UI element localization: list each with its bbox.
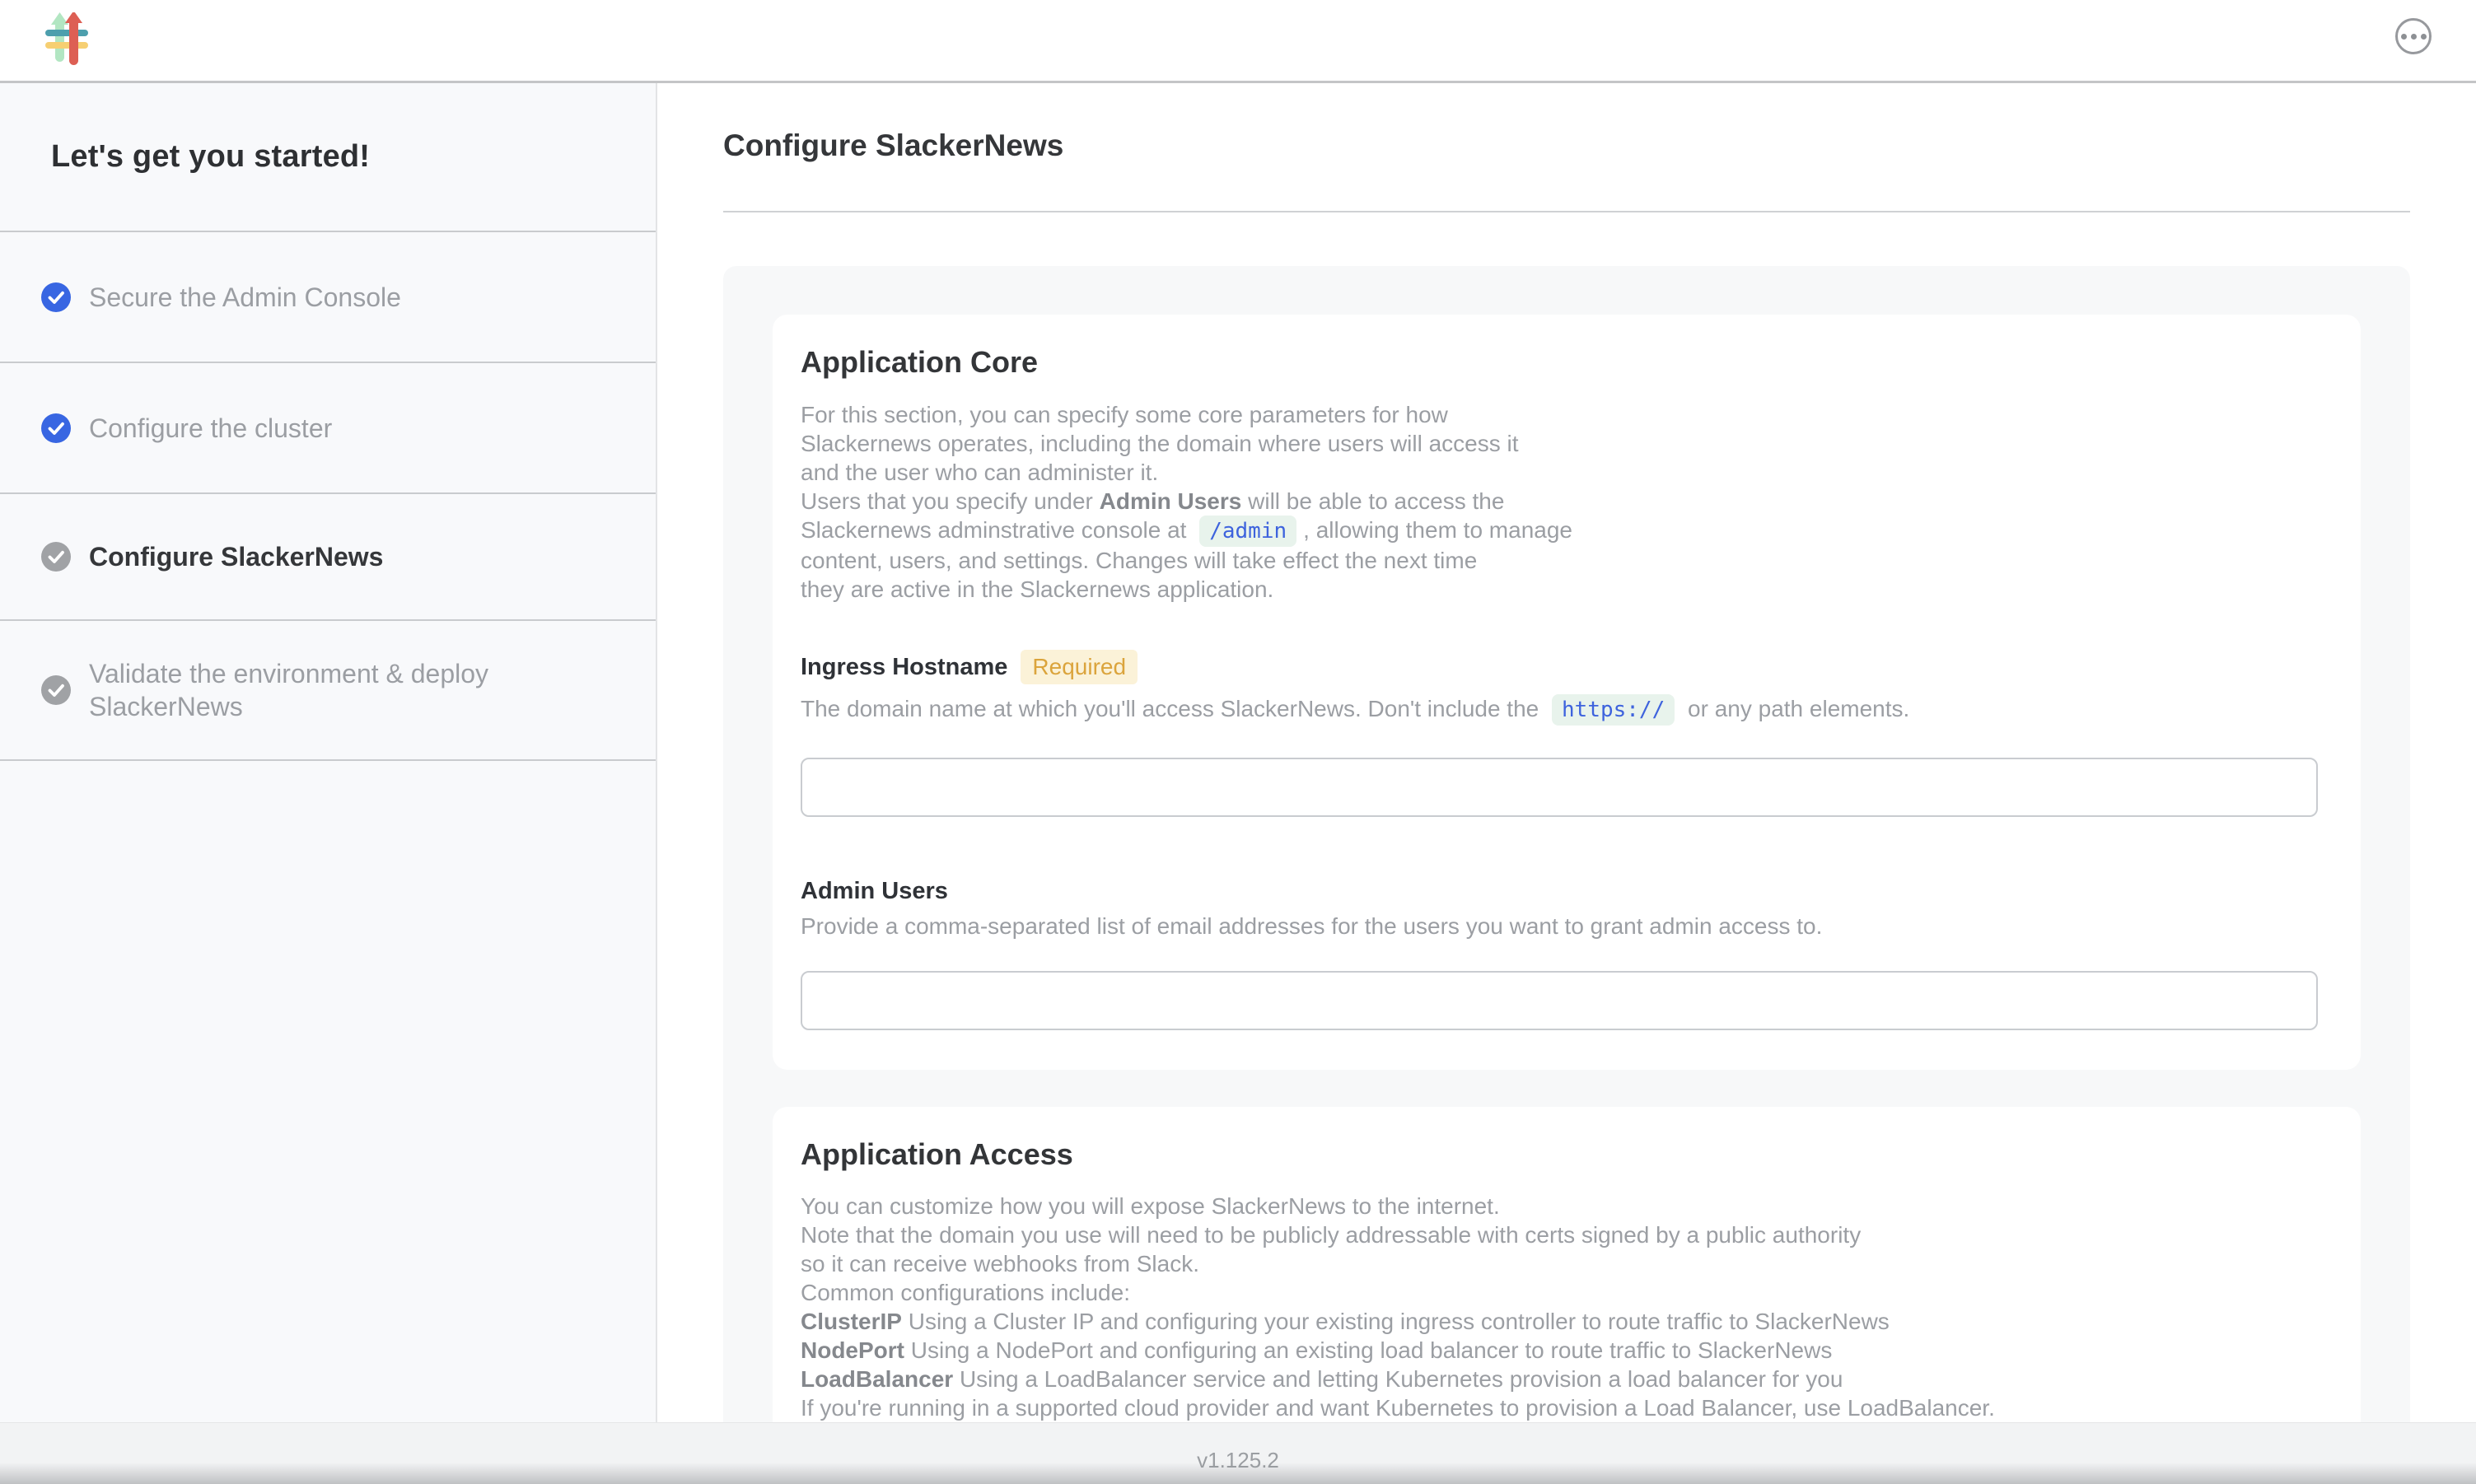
setup-steps-sidebar: Let's get you started! Secure the Admin … [0, 83, 657, 1422]
ellipsis-dot [2421, 34, 2427, 40]
field-label: Admin Users [801, 878, 948, 905]
step-label: Configure the cluster [89, 412, 332, 445]
admin-users-field: Admin Users Provide a comma-separated li… [801, 878, 2333, 1030]
footer: v1.125.2 [0, 1422, 2476, 1484]
step-label: Validate the environment & deploy Slacke… [89, 657, 606, 723]
title-divider [723, 211, 2410, 212]
card-description: For this section, you can specify some c… [801, 400, 2333, 604]
slackernews-logo-icon [45, 12, 88, 65]
admin-users-input[interactable] [801, 971, 2318, 1030]
sidebar-step-configure-cluster[interactable]: Configure the cluster [0, 363, 656, 494]
sidebar-heading: Let's get you started! [0, 83, 656, 232]
field-label: Ingress Hostname [801, 654, 1007, 681]
field-help: The domain name at which you'll access S… [801, 693, 2333, 726]
sidebar-step-secure-admin-console[interactable]: Secure the Admin Console [0, 232, 656, 363]
check-complete-icon [41, 413, 71, 443]
check-complete-icon [41, 282, 71, 312]
check-pending-icon [41, 542, 71, 572]
top-bar [0, 0, 2476, 83]
overflow-menu-button[interactable] [2395, 18, 2432, 54]
config-panel: Application Core For this section, you c… [723, 266, 2410, 1422]
ellipsis-dot [2411, 34, 2417, 40]
sidebar-step-validate-deploy[interactable]: Validate the environment & deploy Slacke… [0, 621, 656, 761]
ingress-hostname-field: Ingress Hostname Required The domain nam… [801, 650, 2333, 817]
field-help: Provide a comma-separated list of email … [801, 913, 2333, 940]
card-title: Application Core [801, 344, 2333, 380]
application-access-card: Application Access You can customize how… [773, 1107, 2361, 1422]
version-label: v1.125.2 [1197, 1448, 1279, 1472]
card-description: You can customize how you will expose Sl… [801, 1192, 2333, 1422]
ellipsis-dot [2401, 34, 2407, 40]
sidebar-step-configure-slackernews[interactable]: Configure SlackerNews [0, 494, 656, 621]
step-label: Secure the Admin Console [89, 281, 401, 314]
required-badge: Required [1021, 650, 1138, 684]
application-core-card: Application Core For this section, you c… [773, 315, 2361, 1070]
page-title: Configure SlackerNews [723, 128, 1063, 163]
step-label: Configure SlackerNews [89, 540, 383, 573]
check-pending-icon [41, 675, 71, 705]
card-title: Application Access [801, 1136, 2333, 1173]
app-window: Let's get you started! Secure the Admin … [0, 0, 2476, 1484]
ingress-hostname-input[interactable] [801, 758, 2318, 817]
